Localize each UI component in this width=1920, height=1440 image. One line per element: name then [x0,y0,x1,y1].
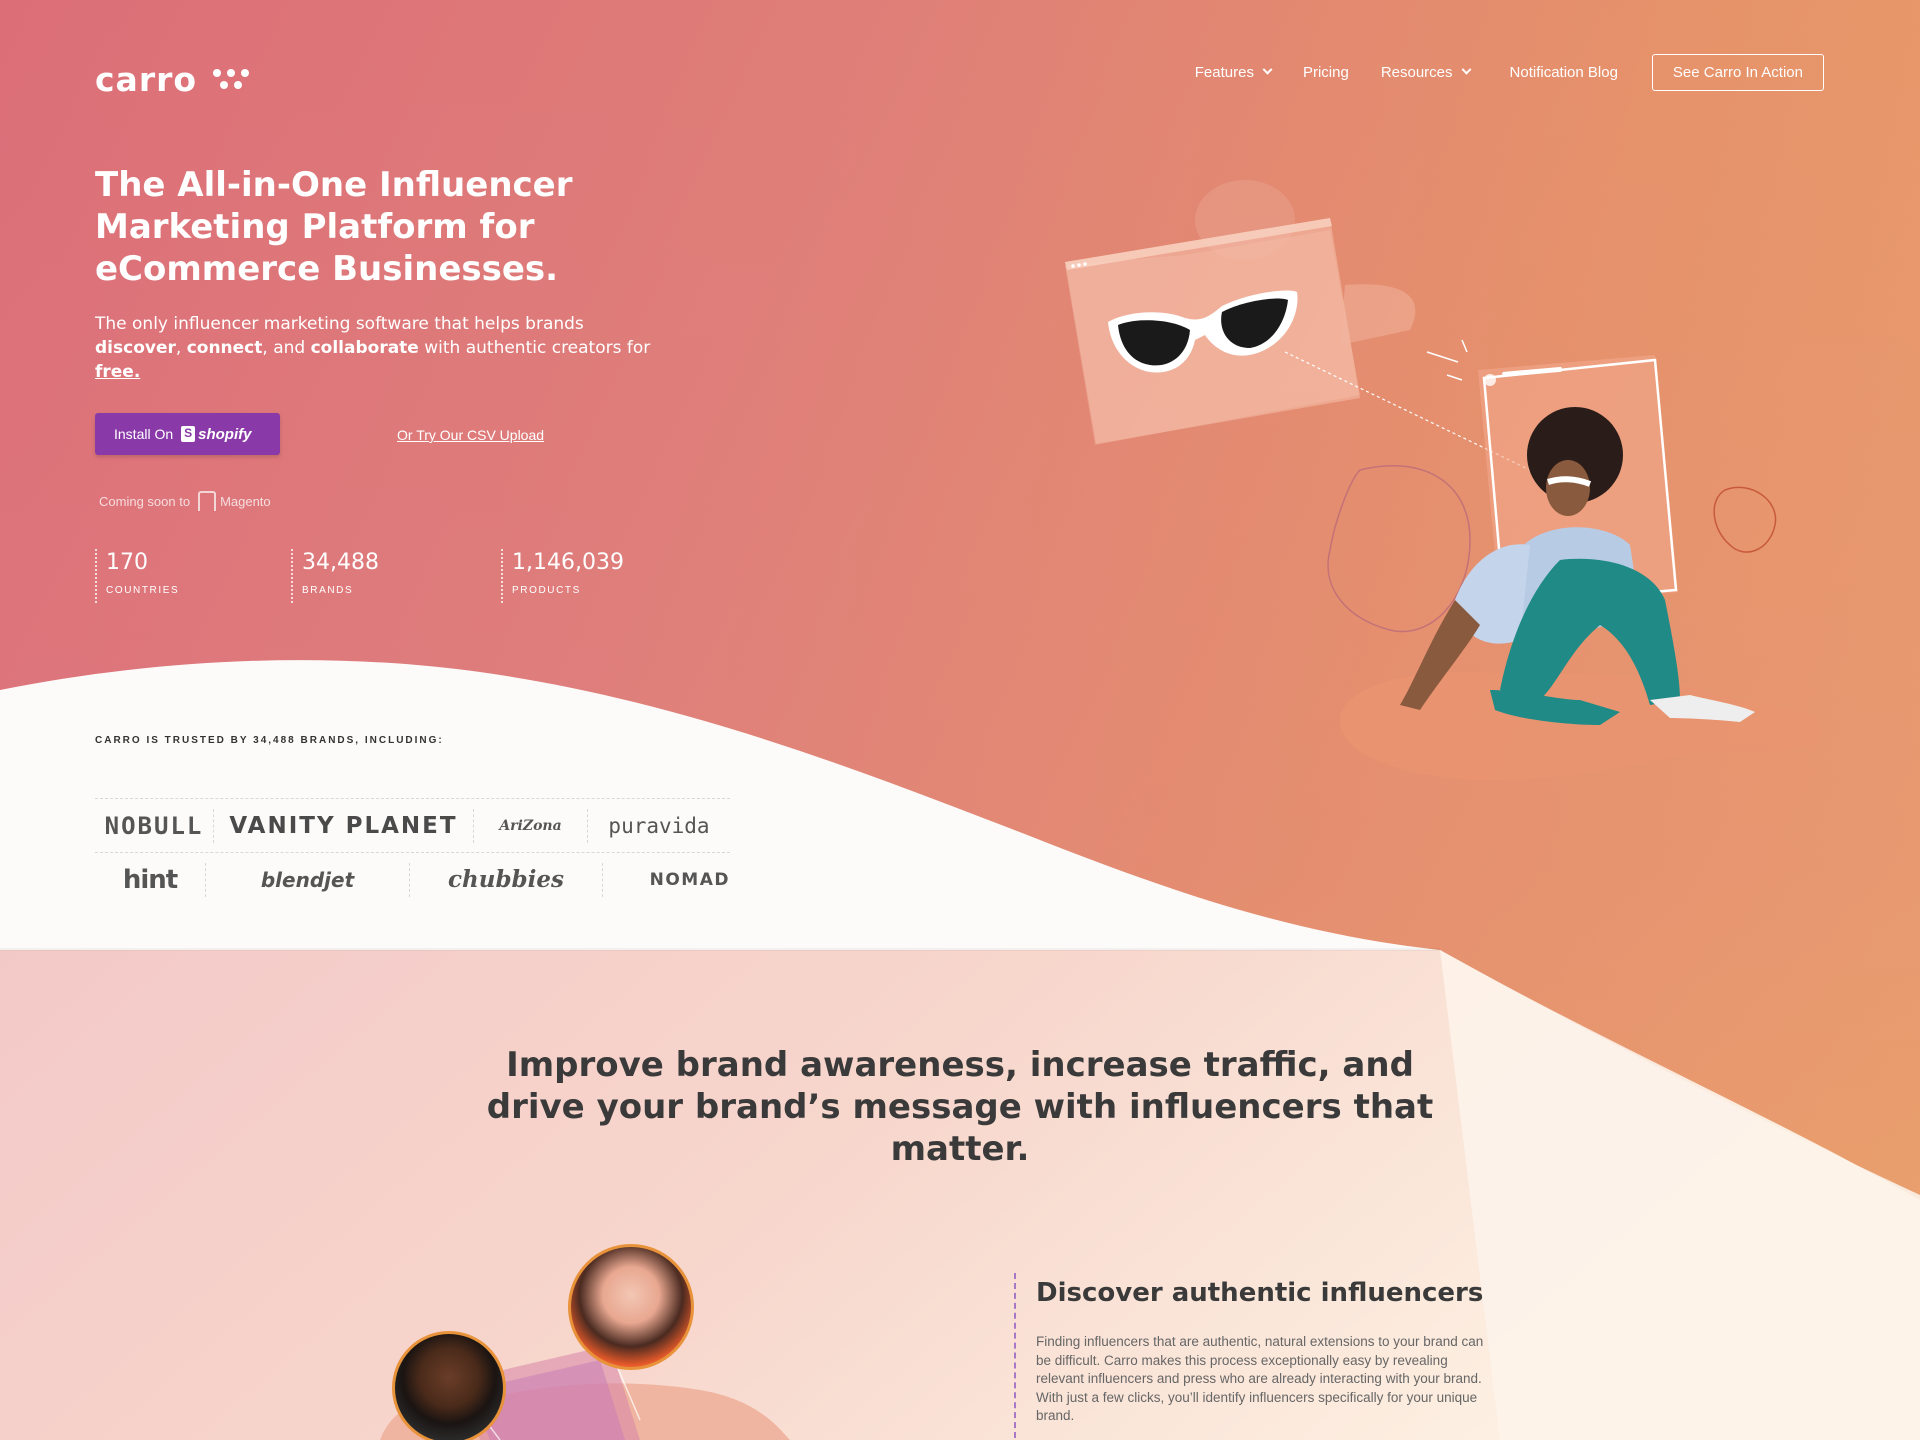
discover-feature: Discover authentic influencers Finding i… [1014,1273,1494,1440]
section-title: Improve brand awareness, increase traffi… [486,1045,1434,1169]
shopify-bag-icon [181,426,196,442]
main-nav: Features Pricing Resources Notification … [1163,54,1824,91]
stat-label: PRODUCTS [512,585,581,596]
discover-text: Finding influencers that are authentic, … [1036,1334,1484,1423]
brand-logo-puravida: puravida [587,808,730,843]
stat-value: 34,488 [302,550,379,575]
carro-logo[interactable]: carro [95,60,253,99]
stat-value: 170 [106,550,148,575]
hero-subtitle: The only influencer marketing software t… [95,312,675,384]
stat-label: COUNTRIES [106,585,180,596]
discover-title: Discover authentic influencers [1036,1278,1484,1308]
nav-item-label: Features [1194,64,1254,81]
install-on-shopify-button[interactable]: Install On shopify [95,413,280,455]
subtitle-emphasis: connect [186,338,263,358]
sunglasses-illustration [1065,180,1531,471]
hero-title: The All-in-One Influencer Marketing Plat… [95,165,573,289]
stat-value: 1,146,039 [512,550,624,575]
logo-text: carro [95,60,198,99]
free-link[interactable]: free. [95,362,140,382]
stat-countries: 170 COUNTRIES [95,549,179,603]
shopify-logo: shopify [181,426,251,443]
nav-item-pricing[interactable]: Pricing [1303,64,1349,81]
influencer-avatar-woman [568,1244,694,1370]
nav-item-label: Notification Blog [1509,64,1618,81]
shopify-label: shopify [198,425,252,443]
csv-upload-link[interactable]: Or Try Our CSV Upload [397,427,544,443]
brand-logo-grid: NOBULL VANITY PLANET AriZona puravida hi… [95,798,730,906]
subtitle-emphasis: collaborate [310,338,419,358]
brand-logo-hint: hint [122,864,178,895]
subtitle-text: , [175,338,187,358]
brand-row: hint blendjet chubbies NOMAD [95,852,730,906]
subtitle-text: The only influencer marketing software t… [95,314,584,334]
influencer-avatar-man [392,1331,506,1440]
magento-icon [198,491,217,511]
chevron-down-icon [1262,64,1273,75]
stat-products: 1,146,039 PRODUCTS [501,549,624,603]
chevron-down-icon [1461,64,1471,75]
stat-label: BRANDS [302,585,354,596]
stat-brands: 34,488 BRANDS [291,549,379,603]
nav-item-resources[interactable]: Resources [1380,64,1471,81]
logo-dots-icon [213,67,253,93]
coming-soon-magento: Coming soon to Magento [99,491,271,511]
influencer-illustration [1327,339,1821,781]
brand-logo-vanity-planet: VANITY PLANET [213,808,473,843]
magento-label: Magento [220,493,271,509]
subtitle-text: with authentic creators for [418,338,651,358]
brand-logo-blendjet: blendjet [205,862,409,897]
brand-logo-nobull: NOBULL [104,811,204,840]
see-carro-in-action-button[interactable]: See Carro In Action [1651,54,1824,91]
coming-soon-label: Coming soon to [99,493,191,509]
brand-logo-arizona: AriZona [473,808,587,843]
nav-item-features[interactable]: Features [1194,64,1273,81]
nav-item-notification-blog[interactable]: Notification Blog [1510,64,1618,81]
nav-item-label: Resources [1380,64,1453,81]
trusted-label: CARRO IS TRUSTED BY 34,488 BRANDS, INCLU… [95,735,444,746]
brand-logo-nomad: NOMAD [602,862,730,897]
nav-item-label: Pricing [1302,64,1349,81]
install-label: Install On [114,426,174,442]
brand-logo-chubbies: chubbies [409,862,602,897]
subtitle-emphasis: discover [95,338,176,358]
subtitle-text: , and [262,338,311,358]
brand-row: NOBULL VANITY PLANET AriZona puravida [95,798,730,852]
